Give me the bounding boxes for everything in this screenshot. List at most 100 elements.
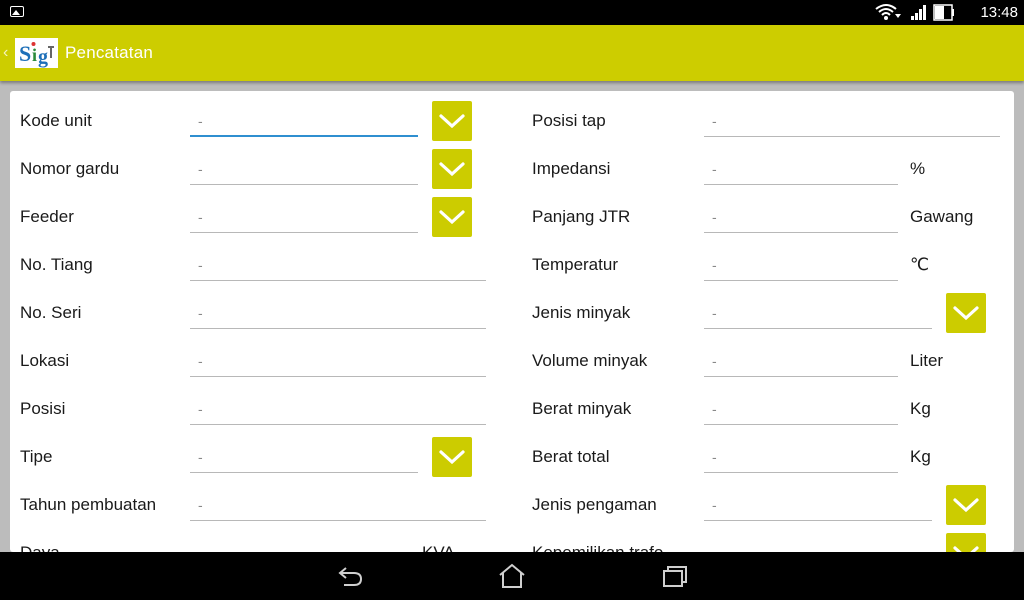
unit-label: Kg: [910, 447, 931, 466]
unit-label: Liter: [910, 351, 944, 370]
kode-unit-input[interactable]: -: [190, 111, 418, 137]
form-row-daya: Daya - KVA: [20, 529, 490, 552]
form-row-posisi: Posisi -: [20, 385, 490, 433]
form-row-feeder: Feeder -: [20, 193, 490, 241]
form-row-volume-minyak: Volume minyak - Liter: [532, 337, 1002, 385]
wifi-icon: [875, 4, 901, 20]
tipe-input[interactable]: -: [190, 447, 418, 473]
jenis-minyak-input[interactable]: -: [704, 303, 932, 329]
field-value: -: [198, 209, 203, 225]
chevron-down-icon: [439, 210, 465, 225]
field-label: Jenis minyak: [532, 303, 631, 322]
home-icon[interactable]: [497, 562, 527, 590]
berat-total-input[interactable]: -: [704, 447, 898, 473]
form-row-jenis-pengaman: Jenis pengaman -: [532, 481, 1002, 529]
field-label: Panjang JTR: [532, 207, 631, 226]
status-bar: 13:48: [0, 0, 1024, 25]
field-value: -: [712, 113, 717, 129]
field-label: Nomor gardu: [20, 159, 120, 178]
field-value: -: [712, 497, 717, 513]
field-label: Tahun pembuatan: [20, 495, 157, 514]
page-title: Pencatatan: [65, 43, 154, 62]
daya-input[interactable]: -: [190, 543, 418, 552]
field-value: -: [198, 161, 203, 177]
field-value: -: [712, 401, 717, 417]
field-value: -: [712, 161, 717, 177]
kepemilikan-trafo-dropdown-button[interactable]: [946, 533, 986, 552]
feeder-dropdown-button[interactable]: [432, 197, 472, 237]
svg-text:i: i: [32, 45, 37, 65]
svg-text:g: g: [38, 46, 48, 68]
form-card: Kode unit - Nomor gardu - Feeder - No. Tiang - N…: [10, 91, 1014, 552]
field-label: Temperatur: [532, 255, 618, 274]
chevron-down-icon: [439, 450, 465, 465]
chevron-down-icon: [953, 498, 979, 513]
clock: 13:48: [980, 4, 1018, 21]
form-row-tahun-pembuatan: Tahun pembuatan -: [20, 481, 490, 529]
jenis-pengaman-dropdown-button[interactable]: [946, 485, 986, 525]
form-row-tipe: Tipe -: [20, 433, 490, 481]
chevron-down-icon: [439, 162, 465, 177]
unit-label: KVA: [422, 543, 455, 552]
form-row-berat-minyak: Berat minyak - Kg: [532, 385, 1002, 433]
field-label: Daya: [20, 543, 60, 552]
form-row-kode-unit: Kode unit -: [20, 97, 490, 145]
no-tiang-input[interactable]: -: [190, 255, 486, 281]
posisi-input[interactable]: -: [190, 399, 486, 425]
battery-icon: [933, 4, 954, 21]
svg-text:S: S: [19, 41, 31, 66]
kepemilikan-trafo-input[interactable]: -: [704, 543, 932, 552]
field-value: -: [198, 401, 203, 417]
chevron-down-icon: [953, 306, 979, 321]
chevron-down-icon: [953, 546, 979, 552]
form-row-no-seri: No. Seri -: [20, 289, 490, 337]
berat-minyak-input[interactable]: -: [704, 399, 898, 425]
unit-label: %: [910, 159, 926, 178]
field-label: Kepemilikan trafo: [532, 543, 663, 552]
tipe-dropdown-button[interactable]: [432, 437, 472, 477]
form-row-posisi-tap: Posisi tap -: [532, 97, 1002, 145]
back-icon[interactable]: [336, 562, 366, 590]
nomor-gardu-dropdown-button[interactable]: [432, 149, 472, 189]
field-label: Jenis pengaman: [532, 495, 657, 514]
lokasi-input[interactable]: -: [190, 351, 486, 377]
posisi-tap-input[interactable]: -: [704, 111, 1000, 137]
field-label: Posisi tap: [532, 111, 606, 130]
jenis-minyak-dropdown-button[interactable]: [946, 293, 986, 333]
gallery-notification-icon: [10, 6, 24, 17]
kode-unit-dropdown-button[interactable]: [432, 101, 472, 141]
field-label: Feeder: [20, 207, 74, 226]
form-row-impedansi: Impedansi -%: [532, 145, 1002, 193]
field-label: Kode unit: [20, 111, 92, 130]
jenis-pengaman-input[interactable]: -: [704, 495, 932, 521]
no-seri-input[interactable]: -: [190, 303, 486, 329]
up-caret-icon[interactable]: ‹: [3, 44, 8, 62]
chevron-down-icon: [439, 114, 465, 129]
recents-icon[interactable]: [660, 562, 690, 590]
field-label: Volume minyak: [532, 351, 648, 370]
form-row-no-tiang: No. Tiang -: [20, 241, 490, 289]
app-bar: ‹ S i g Pencatatan: [0, 25, 1024, 81]
impedansi-input[interactable]: -: [704, 159, 898, 185]
field-value: -: [198, 113, 203, 129]
field-value: -: [712, 449, 717, 465]
field-label: Lokasi: [20, 351, 70, 370]
tahun-pembuatan-input[interactable]: -: [190, 495, 486, 521]
app-logo[interactable]: S i g: [15, 38, 58, 68]
field-value: -: [712, 305, 717, 321]
form-row-jenis-minyak: Jenis minyak -: [532, 289, 1002, 337]
volume-minyak-input[interactable]: -: [704, 351, 898, 377]
panjang-jtr-input[interactable]: -: [704, 207, 898, 233]
signal-icon: [911, 5, 926, 20]
field-value: -: [712, 353, 717, 369]
field-label: Berat total: [532, 447, 610, 466]
field-label: Tipe: [20, 447, 53, 466]
field-value: -: [198, 353, 203, 369]
form-row-lokasi: Lokasi -: [20, 337, 490, 385]
unit-label: ℃: [910, 255, 930, 274]
nomor-gardu-input[interactable]: -: [190, 159, 418, 185]
feeder-input[interactable]: -: [190, 207, 418, 233]
unit-label: Kg: [910, 399, 931, 418]
temperatur-input[interactable]: -: [704, 255, 898, 281]
form-row-kepemilikan-trafo: Kepemilikan trafo -: [532, 529, 1002, 552]
